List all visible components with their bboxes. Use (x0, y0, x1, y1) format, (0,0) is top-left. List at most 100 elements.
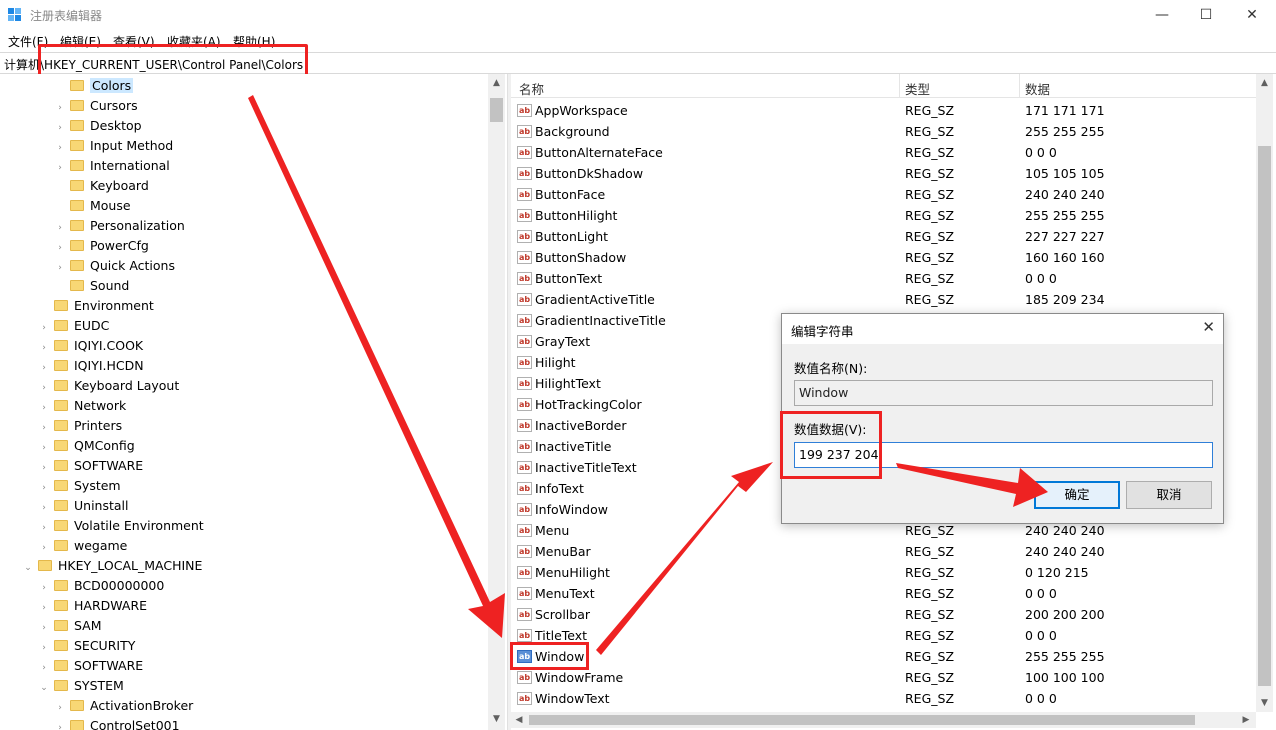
tree-item[interactable]: › Network (38, 396, 126, 416)
chevron-right-icon[interactable]: › (38, 338, 50, 358)
tree-item[interactable]: › Volatile Environment (38, 516, 204, 536)
chevron-right-icon[interactable]: › (38, 658, 50, 678)
tree-item[interactable]: › SOFTWARE (38, 456, 143, 476)
tree-item[interactable]: › International (54, 156, 170, 176)
chevron-right-icon[interactable]: › (38, 398, 50, 418)
tree-scroll-thumb[interactable] (490, 98, 503, 122)
value-row[interactable]: ab AppWorkspace REG_SZ 171 171 171 (511, 100, 1256, 121)
value-row[interactable]: ab TitleText REG_SZ 0 0 0 (511, 625, 1256, 646)
ok-button[interactable]: 确定 (1034, 481, 1120, 509)
tree-scrollbar[interactable]: ▲ ▼ (488, 74, 505, 730)
value-row[interactable]: ab ButtonLight REG_SZ 227 227 227 (511, 226, 1256, 247)
value-row[interactable]: ab Window REG_SZ 255 255 255 (511, 646, 1256, 667)
tree-item[interactable]: Environment (38, 296, 154, 316)
chevron-right-icon[interactable]: › (38, 358, 50, 378)
cancel-button[interactable]: 取消 (1126, 481, 1212, 509)
tree-item-label[interactable]: Sound (90, 278, 129, 293)
value-row[interactable]: ab MenuText REG_SZ 0 0 0 (511, 583, 1256, 604)
tree-item-label[interactable]: Input Method (90, 138, 173, 153)
value-row[interactable]: ab GradientActiveTitle REG_SZ 185 209 234 (511, 289, 1256, 310)
tree-item-label[interactable]: ActivationBroker (90, 698, 193, 713)
value-row[interactable]: ab ButtonHilight REG_SZ 255 255 255 (511, 205, 1256, 226)
tree-item-label[interactable]: International (90, 158, 170, 173)
scroll-down-icon[interactable]: ▼ (488, 710, 505, 728)
tree-item-label[interactable]: Mouse (90, 198, 131, 213)
minimize-button[interactable]: — (1139, 0, 1185, 30)
value-row[interactable]: ab Background REG_SZ 255 255 255 (511, 121, 1256, 142)
tree-item-label[interactable]: Environment (74, 298, 154, 313)
chevron-right-icon[interactable]: › (38, 618, 50, 638)
tree-item-label[interactable]: Cursors (90, 98, 138, 113)
chevron-right-icon[interactable]: › (38, 598, 50, 618)
tree-item-label[interactable]: HKEY_LOCAL_MACHINE (58, 558, 202, 573)
chevron-right-icon[interactable]: › (38, 418, 50, 438)
tree-item-label[interactable]: SYSTEM (74, 678, 124, 693)
value-row[interactable]: ab WindowText REG_SZ 0 0 0 (511, 688, 1256, 709)
value-row[interactable]: ab ButtonShadow REG_SZ 160 160 160 (511, 247, 1256, 268)
tree-item[interactable]: › Keyboard Layout (38, 376, 179, 396)
chevron-right-icon[interactable]: › (38, 378, 50, 398)
list-hscrollbar[interactable]: ◀ ▶ (511, 712, 1256, 728)
value-row[interactable]: ab ButtonDkShadow REG_SZ 105 105 105 (511, 163, 1256, 184)
value-row[interactable]: ab ButtonFace REG_SZ 240 240 240 (511, 184, 1256, 205)
chevron-right-icon[interactable]: › (54, 238, 66, 258)
chevron-right-icon[interactable]: › (54, 258, 66, 278)
tree-item[interactable]: › QMConfig (38, 436, 135, 456)
column-name[interactable]: 名称 (519, 79, 544, 98)
tree-item[interactable]: › System (38, 476, 120, 498)
tree-item[interactable]: Keyboard (54, 176, 149, 196)
tree-item[interactable]: › SECURITY (38, 636, 135, 656)
tree-item[interactable]: › Input Method (54, 136, 173, 156)
chevron-down-icon[interactable]: ⌄ (22, 558, 34, 578)
tree-item-label[interactable]: IQIYI.HCDN (74, 358, 144, 373)
tree-item-label[interactable]: QMConfig (74, 438, 135, 453)
tree-item-label[interactable]: BCD00000000 (74, 578, 164, 593)
key-tree[interactable]: Colors › Cursors › Desktop › Input Method › Inte… (0, 74, 507, 730)
list-scroll-down-icon[interactable]: ▼ (1256, 694, 1273, 712)
tree-item[interactable]: › Personalization (54, 216, 185, 236)
tree-item[interactable]: Colors (54, 76, 134, 96)
tree-item-label[interactable]: IQIYI.COOK (74, 338, 143, 353)
tree-item-label[interactable]: Personalization (90, 218, 185, 233)
tree-item[interactable]: › Printers (38, 416, 122, 436)
value-row[interactable]: ab ButtonAlternateFace REG_SZ 0 0 0 (511, 142, 1256, 163)
tree-item-label[interactable]: Network (74, 398, 126, 413)
tree-item[interactable]: › SAM (38, 616, 102, 638)
tree-item[interactable]: › Desktop (54, 116, 142, 136)
tree-item-label[interactable]: EUDC (74, 318, 109, 333)
tree-item-label[interactable]: SAM (74, 618, 102, 633)
tree-item[interactable]: › PowerCfg (54, 236, 149, 256)
dialog-close-icon[interactable]: ✕ (1202, 318, 1215, 336)
tree-item[interactable]: › ActivationBroker (54, 696, 193, 716)
chevron-right-icon[interactable]: › (54, 718, 66, 730)
tree-item-label[interactable]: Desktop (90, 118, 142, 133)
value-row[interactable]: ab MenuHilight REG_SZ 0 120 215 (511, 562, 1256, 583)
chevron-right-icon[interactable]: › (54, 698, 66, 718)
tree-item-label[interactable]: SOFTWARE (74, 458, 143, 473)
tree-item[interactable]: Sound (54, 276, 129, 296)
tree-item-label[interactable]: PowerCfg (90, 238, 149, 253)
tree-item[interactable]: Mouse (54, 196, 131, 216)
scroll-up-icon[interactable]: ▲ (488, 74, 505, 92)
chevron-right-icon[interactable]: › (38, 538, 50, 558)
close-button[interactable]: ✕ (1229, 0, 1275, 30)
scroll-right-icon[interactable]: ▶ (1238, 712, 1254, 728)
tree-item[interactable]: › EUDC (38, 316, 109, 336)
tree-item[interactable]: › ControlSet001 (54, 716, 180, 730)
chevron-right-icon[interactable]: › (38, 498, 50, 518)
tree-item[interactable]: ⌄ SYSTEM (38, 676, 124, 696)
tree-item[interactable]: ⌄ HKEY_LOCAL_MACHINE (22, 556, 202, 576)
column-data[interactable]: 数据 (1025, 79, 1050, 98)
value-row[interactable]: ab WindowFrame REG_SZ 100 100 100 (511, 667, 1256, 688)
tree-item[interactable]: › Uninstall (38, 496, 128, 518)
tree-item-label[interactable]: Volatile Environment (74, 518, 204, 533)
chevron-right-icon[interactable]: › (38, 518, 50, 538)
list-scroll-thumb[interactable] (1258, 146, 1271, 686)
chevron-right-icon[interactable]: › (38, 478, 50, 498)
tree-item[interactable]: › IQIYI.COOK (38, 336, 143, 356)
tree-item-label[interactable]: Printers (74, 418, 122, 433)
maximize-button[interactable]: ☐ (1183, 0, 1229, 30)
scroll-left-icon[interactable]: ◀ (511, 712, 527, 728)
tree-item-label[interactable]: ControlSet001 (90, 718, 180, 730)
tree-item-label[interactable]: SOFTWARE (74, 658, 143, 673)
